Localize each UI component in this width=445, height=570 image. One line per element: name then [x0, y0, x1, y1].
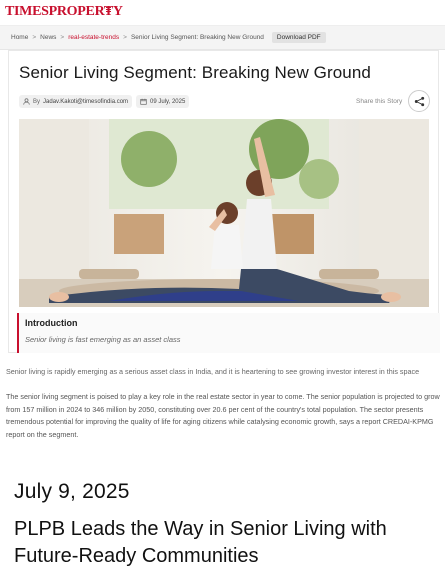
by-label: By — [33, 98, 41, 105]
share-button[interactable] — [408, 90, 430, 112]
breadcrumb: Home > News > real-estate-trends > Senio… — [0, 26, 445, 50]
site-header: TIMESPROPERTY — [0, 0, 445, 26]
publish-date: 09 July, 2025 — [150, 98, 186, 105]
hero-image — [19, 119, 429, 307]
article-title: Senior Living Segment: Breaking New Grou… — [19, 63, 371, 82]
caption-date: July 9, 2025 — [14, 480, 130, 503]
breadcrumb-category[interactable]: real-estate-trends — [68, 34, 119, 41]
author-name: Jadav.Kakoti@timesofindia.com — [43, 98, 129, 105]
chevron-right-icon: > — [60, 34, 65, 41]
share-label: Share this Story — [356, 98, 403, 105]
article-card: Senior Living Segment: Breaking New Grou… — [8, 50, 440, 353]
article-meta: By Jadav.Kakoti@timesofindia.com 09 July… — [19, 95, 190, 108]
user-icon — [23, 98, 30, 105]
breadcrumb-home[interactable]: Home — [11, 34, 28, 41]
download-pdf-button[interactable]: Download PDF — [271, 32, 326, 43]
caption-headline: PLPB Leads the Way in Senior Living with… — [14, 518, 387, 567]
chevron-right-icon: > — [123, 34, 127, 41]
share-icon — [414, 96, 424, 106]
calendar-icon — [140, 98, 147, 105]
breadcrumb-news[interactable]: News — [40, 34, 56, 41]
date-chip: 09 July, 2025 — [136, 95, 190, 108]
introduction-subtitle: Senior living is fast emerging as an ass… — [25, 335, 181, 344]
author-chip[interactable]: By Jadav.Kakoti@timesofindia.com — [19, 95, 133, 108]
introduction-heading: Introduction — [25, 318, 78, 328]
article-summary: Senior living is rapidly emerging as a s… — [6, 367, 420, 376]
chevron-right-icon: > — [32, 34, 37, 41]
logo-tagline — [106, 6, 112, 17]
article-body: The senior living segment is poised to p… — [6, 392, 440, 439]
breadcrumb-current: Senior Living Segment: Breaking New Grou… — [130, 34, 264, 41]
introduction-box: Introduction Senior living is fast emerg… — [17, 313, 440, 353]
